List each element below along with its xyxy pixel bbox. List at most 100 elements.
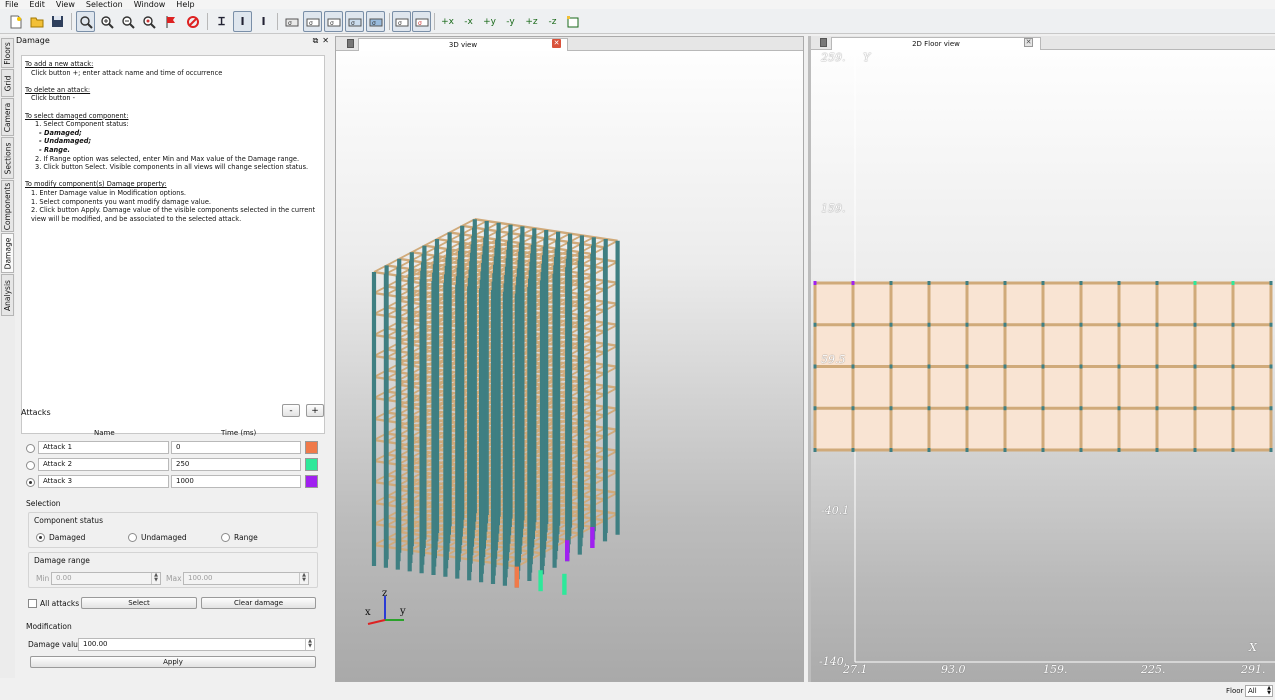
damage-dock: Damage ⧉ ✕ To add a new attack: Click but…: [16, 36, 333, 678]
text-select-icon[interactable]: I: [233, 11, 252, 32]
flag-red-icon[interactable]: [161, 11, 180, 32]
status-range-label: Range: [234, 533, 258, 542]
open-folder-icon[interactable]: [27, 11, 46, 32]
floor-select[interactable]: All ▲ ▼: [1245, 685, 1273, 697]
attack-2-time[interactable]: 250: [171, 458, 301, 471]
y-tick-59: 59.5: [821, 353, 846, 366]
tab-3d-view[interactable]: 3D view: [358, 38, 568, 51]
damage-range-label: Damage range: [34, 556, 90, 565]
view-mode-4-icon[interactable]: σ: [366, 11, 385, 32]
apply-button[interactable]: Apply: [30, 656, 316, 668]
view-mode-1-icon[interactable]: σ: [303, 11, 322, 32]
damage-value-input[interactable]: 100.00 ▲ ▼: [78, 638, 315, 651]
svg-text:σ: σ: [351, 20, 355, 27]
clear-damage-button[interactable]: Clear damage: [201, 597, 316, 609]
close-2d-view-icon[interactable]: ✕: [1024, 38, 1033, 47]
tab-sections[interactable]: Sections: [1, 137, 14, 179]
attack-1-radio[interactable]: [26, 444, 35, 453]
tab-camera[interactable]: Camera: [1, 98, 14, 136]
selection-label: Selection: [26, 499, 61, 508]
text-strike-icon[interactable]: Ɪ: [212, 11, 231, 32]
text-scale-icon[interactable]: I: [254, 11, 273, 32]
col-time-header: Time (ms): [221, 429, 257, 437]
min-input[interactable]: 0.00 ▲ ▼: [51, 572, 161, 585]
axis-minus-x-icon[interactable]: -x: [459, 11, 478, 32]
component-filter-icon[interactable]: σ: [282, 11, 301, 32]
x-tick-159: 159.: [1043, 663, 1068, 676]
floor-label: Floor: [1226, 687, 1244, 695]
attack-1-color-swatch[interactable]: [305, 441, 318, 454]
menu-selection[interactable]: Selection: [81, 0, 129, 9]
2d-floor-view-panel[interactable]: 2D Floor view ✕ 259. 159. 59.5 -40.1 -14…: [808, 36, 1275, 682]
attack-2-color-swatch[interactable]: [305, 458, 318, 471]
attack-1-name[interactable]: Attack 1: [38, 441, 169, 454]
view-mode-2-icon[interactable]: σ: [324, 11, 343, 32]
side-tab-bar: Floors Grid Camera Sections Components D…: [0, 36, 15, 678]
tab-2d-floor-view[interactable]: 2D Floor view: [831, 37, 1041, 50]
menu-edit[interactable]: Edit: [24, 0, 51, 9]
status-undamaged-radio[interactable]: [128, 533, 137, 542]
y-tick-neg40: -40.1: [821, 504, 850, 517]
menu-view[interactable]: View: [51, 0, 81, 9]
modification-label: Modification: [26, 622, 72, 631]
all-attacks-checkbox[interactable]: [28, 599, 37, 608]
attack-3-color-swatch[interactable]: [305, 475, 318, 488]
status-bar: Floor All ▲ ▼: [0, 683, 1275, 700]
floor-plan-grid[interactable]: [811, 50, 1275, 682]
menu-file[interactable]: File: [0, 0, 24, 9]
close-3d-view-icon[interactable]: ✕: [552, 39, 561, 48]
min-label: Min: [36, 574, 50, 583]
axis-minus-z-icon[interactable]: -z: [543, 11, 562, 32]
no-entry-icon[interactable]: [183, 11, 202, 32]
zoom-region-icon[interactable]: [139, 11, 158, 32]
save-icon[interactable]: [48, 11, 67, 32]
zoom-fit-icon[interactable]: [76, 11, 95, 32]
remove-attack-button[interactable]: -: [282, 404, 300, 417]
new-file-icon[interactable]: [6, 11, 25, 32]
status-damaged-radio[interactable]: [36, 533, 45, 542]
x-axis-label: X: [1249, 641, 1257, 654]
2d-view-tabbar: 2D Floor view ✕: [811, 36, 1275, 50]
status-undamaged-label: Undamaged: [141, 533, 187, 542]
help-text: To add a new attack: Click button +; ent…: [21, 55, 325, 434]
status-damaged-label: Damaged: [49, 533, 86, 542]
tab-floors[interactable]: Floors: [1, 38, 14, 68]
svg-text:σ: σ: [372, 20, 376, 27]
axis-minus-y-icon[interactable]: -y: [501, 11, 520, 32]
view-box-icon[interactable]: [563, 11, 582, 32]
axis-plus-z-icon[interactable]: +z: [522, 11, 541, 32]
float-icon[interactable]: ⧉: [313, 36, 319, 45]
zoom-out-icon[interactable]: [118, 11, 137, 32]
view-mode-6-icon[interactable]: σ: [412, 11, 431, 32]
attack-2-radio[interactable]: [26, 461, 35, 470]
axis-plus-y-icon[interactable]: +y: [480, 11, 499, 32]
axis-x-label: x: [365, 607, 371, 618]
building-3d-model[interactable]: [336, 51, 805, 683]
axis-plus-x-icon[interactable]: +x: [438, 11, 457, 32]
y-axis-label: Y: [863, 51, 871, 64]
menu-help[interactable]: Help: [171, 0, 200, 9]
tab-damage[interactable]: Damage: [1, 233, 14, 273]
attack-3-time[interactable]: 1000: [171, 475, 301, 488]
attack-1-time[interactable]: 0: [171, 441, 301, 454]
attack-2-name[interactable]: Attack 2: [38, 458, 169, 471]
view-mode-3-icon[interactable]: σ: [345, 11, 364, 32]
document-icon: [820, 38, 827, 47]
zoom-in-icon[interactable]: [97, 11, 116, 32]
status-range-radio[interactable]: [221, 533, 230, 542]
add-attack-button[interactable]: +: [306, 404, 324, 417]
close-icon[interactable]: ✕: [322, 36, 329, 45]
view-mode-5-icon[interactable]: σ: [392, 11, 411, 32]
document-icon: [347, 39, 354, 48]
dock-title: Damage: [16, 36, 50, 45]
max-input[interactable]: 100.00 ▲ ▼: [183, 572, 309, 585]
tab-grid[interactable]: Grid: [1, 69, 14, 97]
tab-components[interactable]: Components: [1, 180, 14, 232]
tab-analysis[interactable]: Analysis: [1, 274, 14, 316]
menu-bar: File Edit View Selection Window Help: [0, 0, 1275, 9]
3d-view-panel[interactable]: 3D view ✕ z x y: [335, 36, 804, 682]
attack-3-radio[interactable]: [26, 478, 35, 487]
attack-3-name[interactable]: Attack 3: [38, 475, 169, 488]
menu-window[interactable]: Window: [129, 0, 172, 9]
select-button[interactable]: Select: [81, 597, 197, 609]
